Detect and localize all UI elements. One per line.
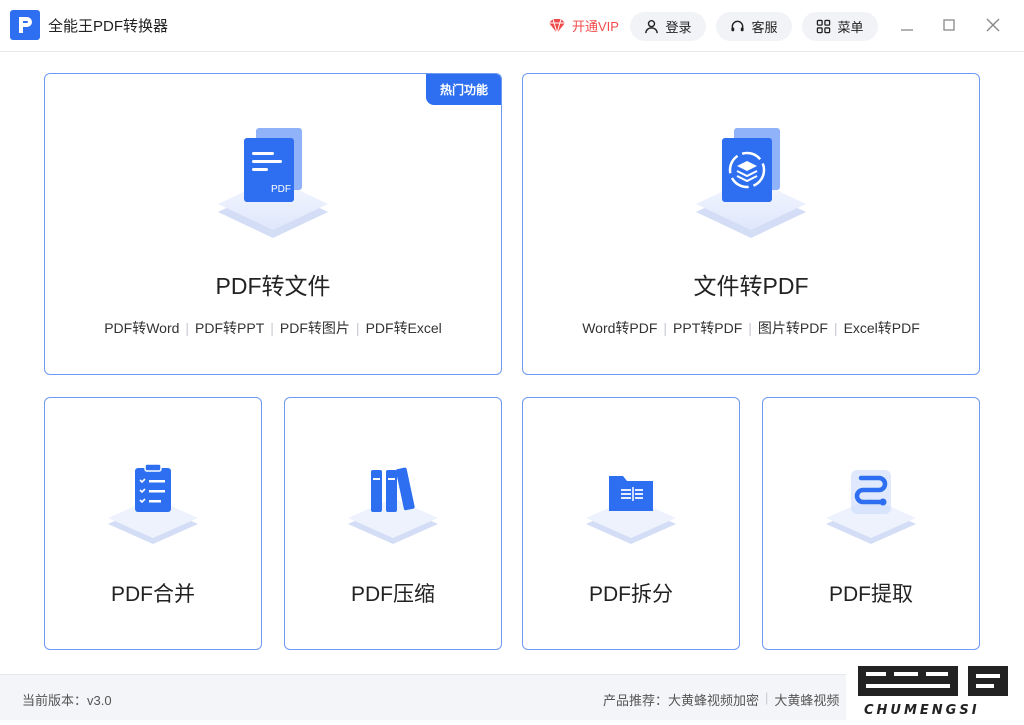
word-to-pdf-link[interactable]: Word转PDF [582,318,657,338]
divider: | [270,320,274,336]
divider: | [833,320,838,336]
login-button[interactable]: 登录 [630,12,706,41]
divider: | [185,320,190,336]
title-bar: 全能王PDF转换器 开通VIP 登录 客服 菜单 [0,0,1024,52]
service-label: 客服 [751,20,778,35]
file-to-pdf-options: Word转PDF | PPT转PDF | 图片转PDF | Excel转PDF [523,318,979,338]
close-button[interactable] [982,14,1004,36]
divider: | [355,320,360,336]
watermark-logo: CHUMENGSI [846,660,1024,720]
maximize-icon [943,19,955,31]
pdf-split-title: PDF拆分 [589,583,673,606]
version-label: 当前版本：v3.0 [22,693,112,708]
vip-label: 开通VIP [572,19,619,34]
divider: | [748,320,752,336]
app-title: 全能王PDF转换器 [48,18,169,35]
minimize-button[interactable] [896,14,918,36]
product-recommendations: 产品推荐： 大黄蜂视频加密 | 大黄蜂视频 [603,690,839,709]
pdf-to-excel-link[interactable]: PDF转Excel [366,318,442,338]
pdf-to-file-options: PDF转Word | PDF转PPT | PDF转图片 | PDF转Excel [45,318,501,338]
pdf-compress-title: PDF压缩 [351,583,435,606]
vip-button[interactable]: 开通VIP [548,16,619,35]
pdf-to-word-link[interactable]: PDF转Word [104,318,179,338]
minimize-icon [901,29,913,31]
ppt-to-pdf-link[interactable]: PPT转PDF [673,318,742,338]
recommend-label: 产品推荐： [603,693,669,708]
file-to-pdf-title: 文件转PDF [693,273,809,299]
pdf-extract-title: PDF提取 [829,583,913,606]
divider: | [663,320,668,336]
recommend-link-video[interactable]: 大黄蜂视频 [774,690,839,709]
clipboard-checklist-icon [103,458,203,553]
app-logo-icon [10,10,40,40]
file-to-pdf-card[interactable]: 文件转PDF Word转PDF | PPT转PDF | 图片转PDF | Exc… [522,73,980,375]
hot-feature-badge: 热门功能 [426,74,501,105]
service-button[interactable]: 客服 [716,12,792,41]
menu-button[interactable]: 菜单 [802,12,878,41]
user-icon [645,19,659,34]
pdf-extract-card[interactable]: PDF提取 [762,397,980,650]
login-label: 登录 [665,20,692,35]
headset-icon [731,20,745,32]
diamond-icon [549,18,565,34]
recommend-link-video-encrypt[interactable]: 大黄蜂视频加密 [668,690,759,709]
binders-icon [343,458,443,553]
pdf-to-ppt-link[interactable]: PDF转PPT [195,318,264,338]
extract-path-icon [821,458,921,553]
split-folder-icon [581,458,681,553]
maximize-button[interactable] [938,14,960,36]
svg-text:PDF: PDF [271,184,291,195]
pdf-file-icon: PDF [208,124,338,249]
pdf-to-file-title: PDF转文件 [215,273,331,299]
image-to-pdf-link[interactable]: 图片转PDF [758,318,828,338]
pdf-to-file-card[interactable]: 热门功能 PDF PDF转文件 PDF转Word | PDF转PPT | PDF… [44,73,502,375]
watermark-text: CHUMENGSI [864,703,980,718]
excel-to-pdf-link[interactable]: Excel转PDF [844,318,920,338]
pdf-to-image-link[interactable]: PDF转图片 [280,318,350,338]
close-icon [986,18,1000,32]
pdf-merge-title: PDF合并 [111,583,195,606]
pdf-compress-card[interactable]: PDF压缩 [284,397,502,650]
pdf-split-card[interactable]: PDF拆分 [522,397,740,650]
pdf-merge-card[interactable]: PDF合并 [44,397,262,650]
convert-layers-icon [686,124,816,249]
menu-label: 菜单 [837,20,864,35]
grid-icon [817,19,831,34]
divider: | [765,690,769,705]
